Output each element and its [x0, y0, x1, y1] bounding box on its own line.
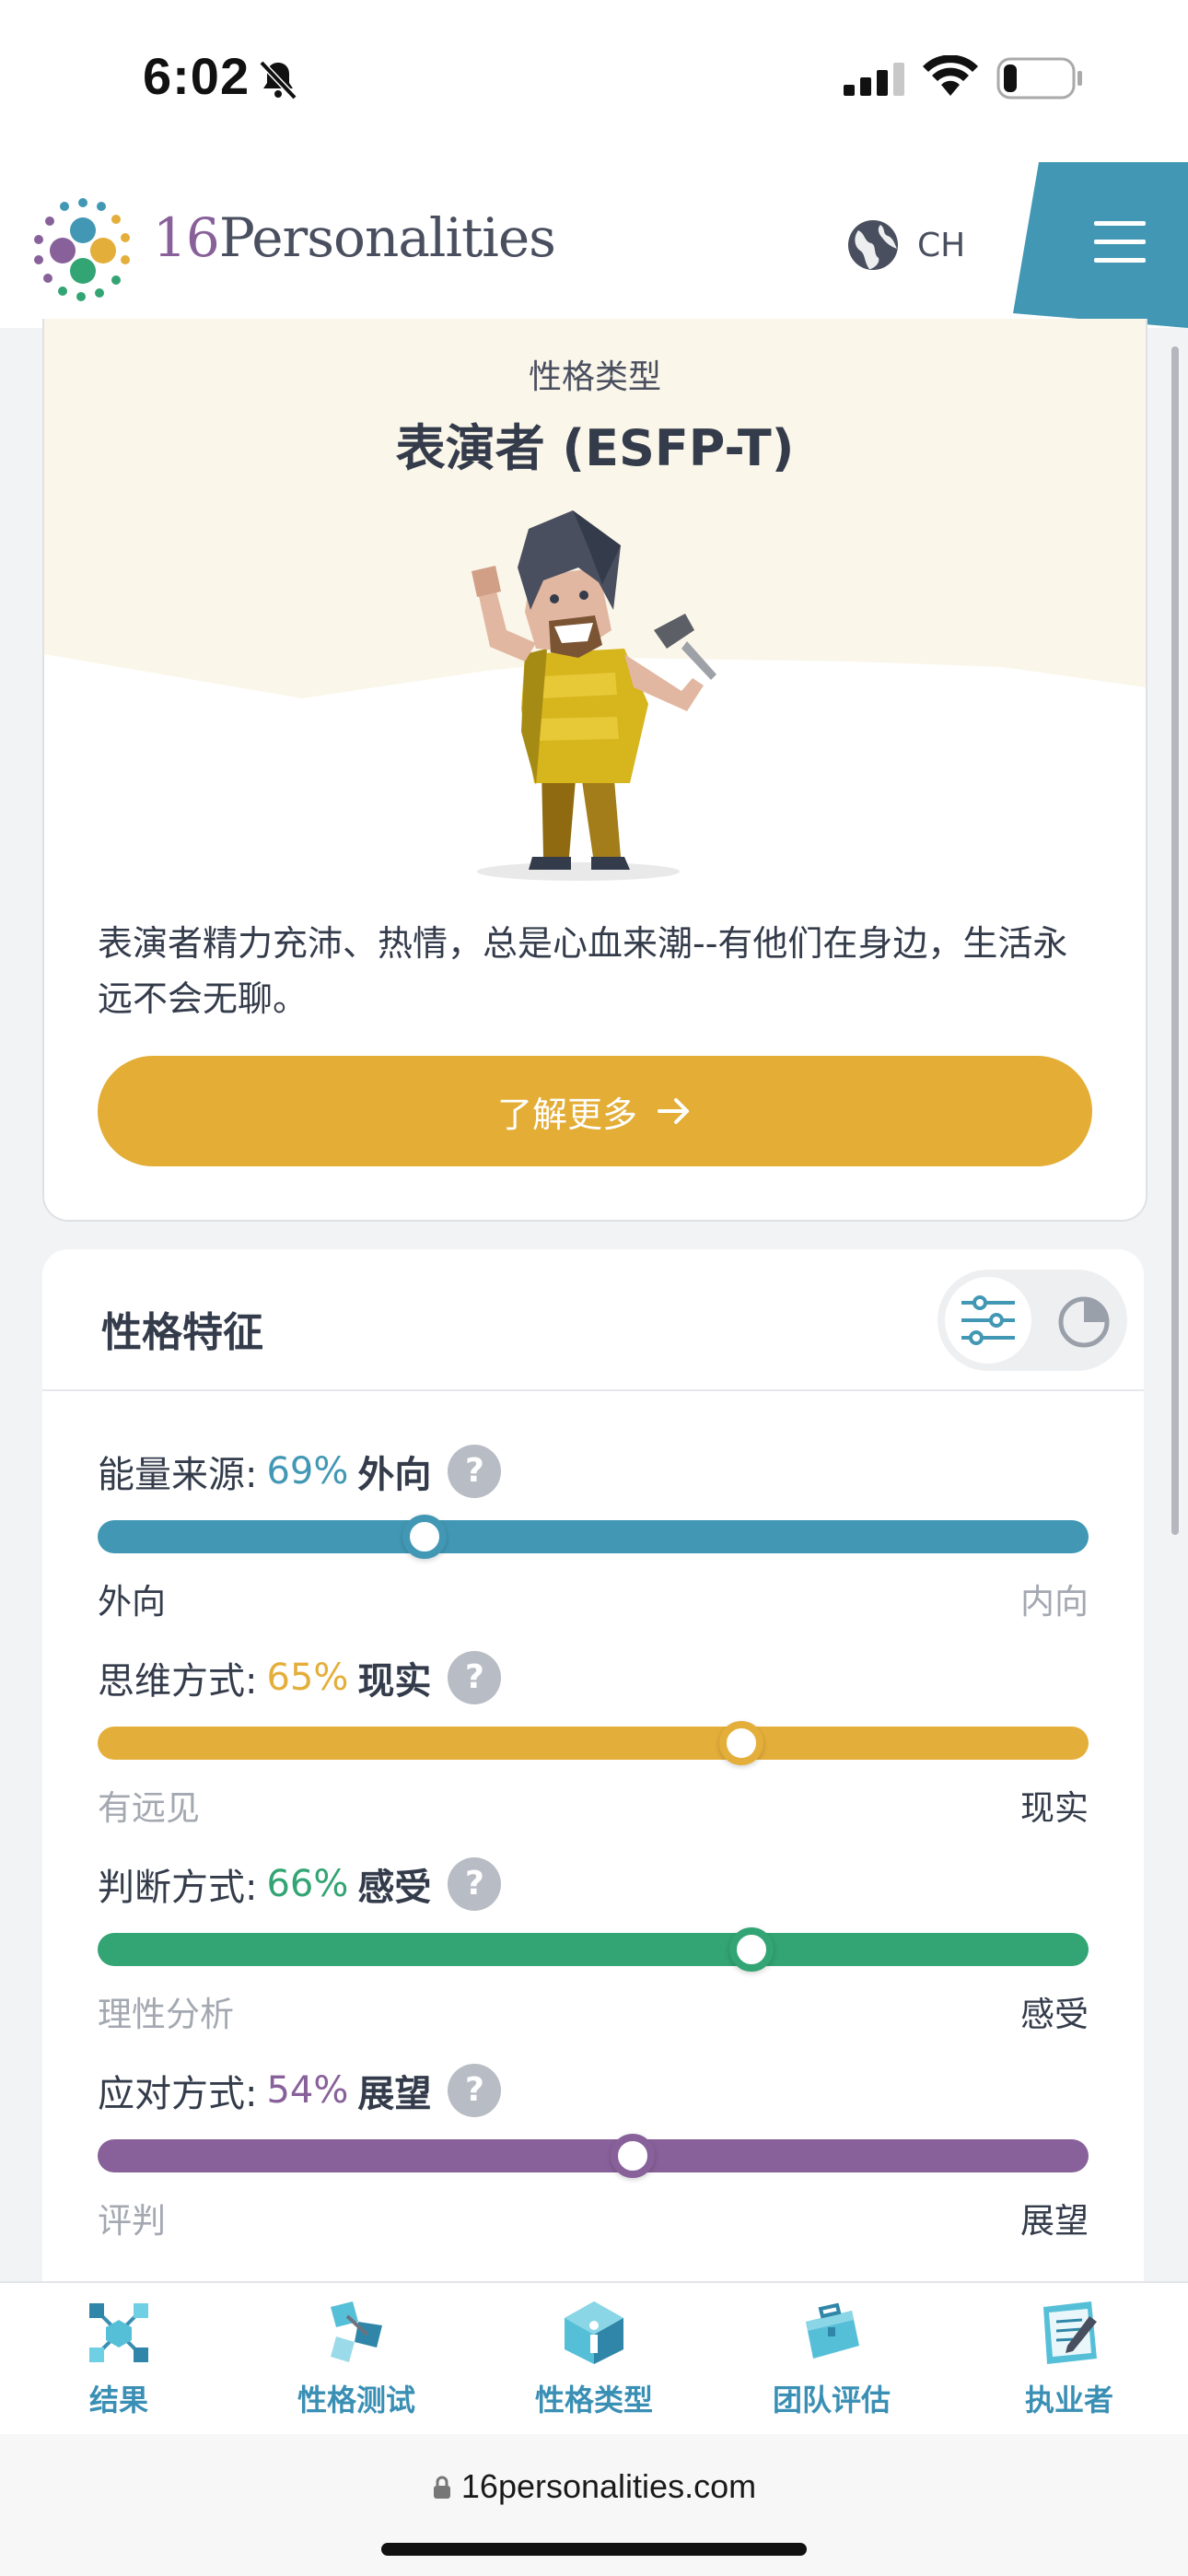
help-question-icon[interactable]: ?	[448, 1857, 502, 1911]
personality-traits-card: 性格特征 能量来源: 69% 外向? 外向 内向 思维方式: 65% 现实? 有远见 现实 判断方式…	[42, 1249, 1144, 2281]
type-name: 表演者 (ESFP-T)	[395, 419, 795, 477]
section-divider	[42, 1389, 1144, 1391]
bottom-navigation: 结果 性格测试 性格类型 团队评估 执业者	[0, 2281, 1188, 2436]
trait-heading: 思维方式: 65% 现实?	[98, 1651, 502, 1704]
help-question-icon[interactable]: ?	[448, 1651, 502, 1704]
professional-notepad-icon	[1043, 2301, 1097, 2364]
personality-test-icon	[331, 2301, 382, 2362]
status-time: 6:02	[143, 47, 250, 105]
logo-word: Personalities	[218, 206, 556, 269]
nav-team-assessment[interactable]: 团队评估	[713, 2298, 950, 2419]
trait-percent: 66%	[266, 1863, 349, 1905]
trait-label: 判断方式:	[98, 1867, 258, 1909]
trait-left-pole: 理性分析	[98, 1995, 234, 2034]
status-bar: 6:02	[0, 0, 1188, 162]
menu-button[interactable]	[1013, 162, 1188, 328]
trait-bar[interactable]	[98, 1727, 1089, 1760]
site-header: 16Personalities CH	[0, 162, 1188, 328]
trait-side: 感受	[357, 1867, 432, 1909]
team-briefcase-icon	[806, 2302, 859, 2359]
type-label: 性格类型	[528, 358, 661, 396]
nav-team-assessment-label: 团队评估	[772, 2383, 891, 2418]
page-scrollbar[interactable]	[1171, 346, 1179, 1535]
view-toggle	[938, 1270, 1127, 1371]
trait-percent: 69%	[266, 1450, 349, 1493]
trait-label: 思维方式:	[98, 1660, 258, 1703]
nav-results-label: 结果	[88, 2383, 148, 2418]
trait-right-pole: 感受	[1020, 1995, 1089, 2034]
help-question-icon[interactable]: ?	[448, 2064, 502, 2117]
trait-side: 展望	[357, 2073, 432, 2115]
trait-slider-knob[interactable]	[729, 1927, 775, 1972]
entertainer-avatar-icon	[472, 510, 716, 881]
trait-row: 应对方式: 54% 展望? 评判 展望	[98, 2064, 1089, 2248]
pie-chart-view-icon[interactable]	[1057, 1295, 1111, 1349]
trait-label: 应对方式:	[98, 2073, 258, 2115]
nav-professionals-label: 执业者	[1024, 2383, 1113, 2418]
trait-heading: 应对方式: 54% 展望?	[98, 2064, 502, 2117]
trait-percent: 54%	[266, 2069, 349, 2112]
trait-bar[interactable]	[98, 1933, 1089, 1966]
personality-types-icon	[565, 2301, 623, 2364]
trait-right-pole: 现实	[1020, 1788, 1089, 1828]
logo-wordmark[interactable]: 16Personalities	[153, 206, 556, 269]
learn-more-button[interactable]: 了解更多	[98, 1056, 1092, 1166]
nav-personality-types[interactable]: 性格类型	[475, 2298, 713, 2419]
globe-icon[interactable]	[845, 217, 901, 273]
sliders-icon	[961, 1295, 1015, 1345]
trait-label: 能量来源:	[98, 1454, 258, 1496]
nav-professionals[interactable]: 执业者	[950, 2298, 1188, 2419]
bell-muted-icon	[259, 60, 297, 100]
trait-slider-knob[interactable]	[611, 2134, 656, 2178]
traits-title: 性格特征	[101, 1309, 263, 1356]
browser-address-bar[interactable]: 16personalities.com	[0, 2434, 1188, 2576]
arrow-right-icon	[658, 1098, 689, 1124]
cellular-signal-icon	[844, 63, 904, 96]
nav-personality-test-label: 性格测试	[297, 2383, 415, 2418]
personality-type-card: 性格类型 表演者 (ESFP-T) 表演者精力充沛、热情，总是心血来潮--有他们…	[42, 319, 1147, 1222]
nav-personality-types-label: 性格类型	[534, 2383, 653, 2418]
address-url: 16personalities.com	[0, 2467, 1188, 2506]
learn-more-label: 了解更多	[496, 1094, 637, 1135]
trait-percent: 65%	[266, 1657, 349, 1699]
logo-dots-icon[interactable]	[29, 193, 140, 304]
trait-heading: 能量来源: 69% 外向?	[98, 1445, 502, 1498]
home-indicator[interactable]	[381, 2543, 807, 2556]
nav-results[interactable]: 结果	[0, 2298, 238, 2419]
language-selector[interactable]: CH	[917, 227, 965, 264]
trait-bar[interactable]	[98, 1520, 1089, 1553]
trait-left-pole: 有远见	[98, 1788, 200, 1828]
type-description: 表演者精力充沛、热情，总是心血来潮--有他们在身边，生活永远不会无聊。	[98, 923, 1068, 1019]
trait-right-pole: 展望	[1020, 2201, 1089, 2241]
help-question-icon[interactable]: ?	[448, 1445, 502, 1498]
logo-number: 16	[153, 206, 220, 269]
trait-side: 现实	[357, 1660, 432, 1703]
battery-icon	[996, 57, 1082, 100]
wifi-icon	[923, 55, 978, 96]
trait-row: 思维方式: 65% 现实? 有远见 现实	[98, 1651, 1089, 1835]
trait-heading: 判断方式: 66% 感受?	[98, 1857, 502, 1911]
lock-icon	[433, 2476, 450, 2499]
trait-slider-knob[interactable]	[402, 1515, 448, 1559]
trait-row: 判断方式: 66% 感受? 理性分析 感受	[98, 1857, 1089, 2042]
trait-right-pole: 内向	[1020, 1582, 1089, 1622]
results-molecule-icon	[89, 2303, 148, 2362]
url-text: 16personalities.com	[460, 2467, 757, 2505]
trait-bar[interactable]	[98, 2139, 1089, 2172]
trait-row: 能量来源: 69% 外向? 外向 内向	[98, 1445, 1089, 1629]
trait-left-pole: 评判	[98, 2201, 166, 2241]
nav-personality-test[interactable]: 性格测试	[238, 2298, 475, 2419]
trait-side: 外向	[357, 1454, 432, 1496]
trait-left-pole: 外向	[98, 1582, 166, 1622]
